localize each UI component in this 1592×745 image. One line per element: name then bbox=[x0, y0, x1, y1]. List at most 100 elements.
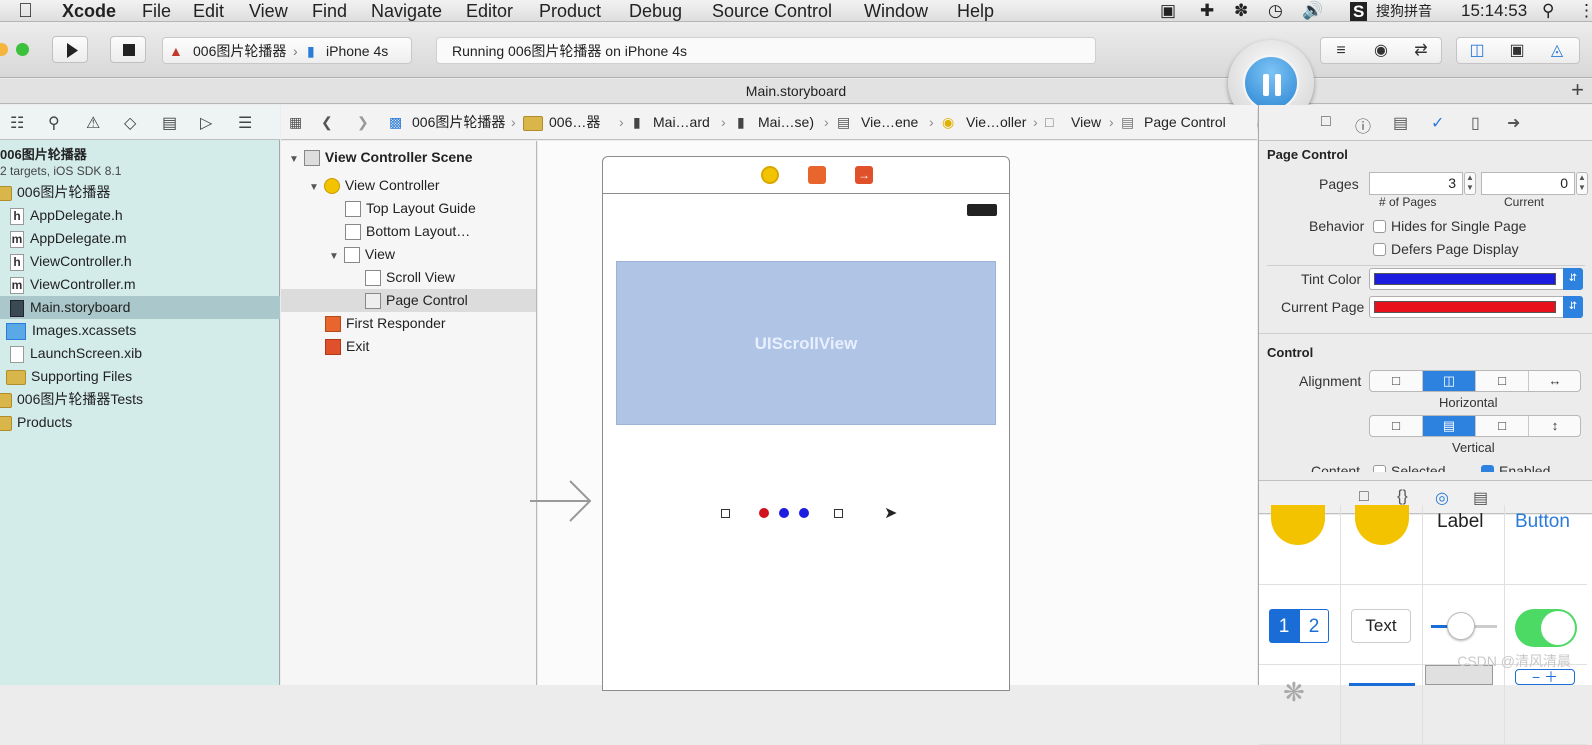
outline-item-scroll-view[interactable]: Scroll View bbox=[365, 266, 455, 289]
jump-segment-view[interactable]: View bbox=[1071, 105, 1101, 140]
menu-product[interactable]: Product bbox=[539, 0, 601, 22]
nav-item-products[interactable]: Products bbox=[0, 411, 72, 434]
pin-icon[interactable]: ✚ bbox=[1200, 0, 1214, 22]
debug-navigator-icon[interactable]: ▤ bbox=[162, 113, 177, 133]
scheme-selector[interactable]: ▲ 006图片轮播器 › ▮ iPhone 4s bbox=[162, 37, 412, 64]
nav-item-appdelegate-h[interactable]: h AppDelegate.h bbox=[10, 204, 123, 227]
nav-item-supporting-files[interactable]: Supporting Files bbox=[6, 365, 132, 388]
stop-button[interactable] bbox=[110, 36, 146, 63]
storyboard-canvas[interactable]: → UIScrollView ➤ bbox=[530, 141, 1257, 691]
menu-help[interactable]: Help bbox=[957, 0, 994, 22]
jump-segment-group[interactable]: 006…器 bbox=[549, 105, 600, 140]
align-middle-icon[interactable]: ▤ bbox=[1423, 416, 1476, 436]
new-tab-plus-icon[interactable]: + bbox=[1571, 79, 1584, 101]
file-template-library-icon[interactable]: □ bbox=[1359, 488, 1369, 506]
library-item-progress-view[interactable] bbox=[1341, 665, 1423, 745]
attributes-inspector-icon[interactable]: ✓ bbox=[1431, 113, 1444, 133]
align-center-icon[interactable]: ◫ bbox=[1423, 371, 1476, 391]
disclosure-triangle-icon[interactable]: ▼ bbox=[329, 251, 339, 262]
jump-segment-page-control[interactable]: Page Control bbox=[1144, 105, 1226, 140]
selection-handle-left[interactable] bbox=[721, 509, 730, 518]
align-right-icon[interactable]: □ bbox=[1476, 371, 1529, 391]
report-navigator-icon[interactable]: ☰ bbox=[238, 113, 252, 133]
camera-icon[interactable]: ▣ bbox=[1160, 0, 1176, 22]
toggle-navigator-icon[interactable]: ◫ bbox=[1457, 38, 1497, 63]
hides-for-single-page-checkbox[interactable] bbox=[1373, 220, 1386, 233]
notification-center-icon[interactable]: ⋮ bbox=[1578, 0, 1592, 22]
menu-file[interactable]: File bbox=[142, 0, 171, 22]
library-item-activity-indicator[interactable]: ❋ bbox=[1259, 665, 1341, 745]
library-item-object[interactable] bbox=[1341, 505, 1423, 585]
toggle-debug-area-icon[interactable]: ▣ bbox=[1497, 38, 1537, 63]
nav-item-viewcontroller-h[interactable]: h ViewController.h bbox=[10, 250, 132, 273]
tint-color-well[interactable]: ⇵ bbox=[1369, 268, 1583, 290]
nav-item-tests-group[interactable]: 006图片轮播器Tests bbox=[0, 388, 143, 411]
connections-inspector-icon[interactable]: ➜ bbox=[1507, 113, 1520, 133]
jump-segment-view-controller[interactable]: Vie…oller bbox=[966, 105, 1026, 140]
find-navigator-icon[interactable]: ⚲ bbox=[48, 113, 60, 133]
menu-editor[interactable]: Editor bbox=[466, 0, 513, 22]
library-item-segmented-control[interactable]: 1 2 bbox=[1259, 585, 1341, 665]
apple-menu-icon[interactable]:  bbox=[18, 0, 33, 23]
library-item-page-control[interactable] bbox=[1423, 665, 1505, 745]
quick-help-icon[interactable]: ⓘ bbox=[1355, 113, 1371, 137]
bluetooth-icon[interactable]: ✽ bbox=[1234, 0, 1248, 22]
align-bottom-icon[interactable]: □ bbox=[1476, 416, 1529, 436]
input-method-label[interactable]: 搜狗拼音 bbox=[1376, 0, 1432, 22]
scheme-device-label[interactable]: iPhone 4s bbox=[326, 38, 388, 64]
outline-item-bottom-layout-guide[interactable]: Bottom Layout… bbox=[345, 220, 470, 243]
nav-item-appdelegate-m[interactable]: m AppDelegate.m bbox=[10, 227, 127, 250]
chevron-updown-icon[interactable]: ⇵ bbox=[1563, 296, 1583, 318]
view-controller-dock-icon[interactable] bbox=[761, 166, 779, 184]
page-control[interactable] bbox=[721, 507, 843, 521]
clock[interactable]: 15:14:53 bbox=[1461, 0, 1527, 22]
breakpoint-navigator-icon[interactable]: ▷ bbox=[200, 113, 212, 133]
run-button[interactable] bbox=[52, 36, 88, 63]
project-navigator-icon[interactable]: ☷ bbox=[10, 113, 24, 133]
file-inspector-icon[interactable]: □ bbox=[1321, 113, 1331, 131]
selected-checkbox[interactable] bbox=[1373, 465, 1386, 472]
size-inspector-icon[interactable]: ▯ bbox=[1471, 113, 1480, 133]
menu-edit[interactable]: Edit bbox=[193, 0, 224, 22]
minimize-window-icon[interactable] bbox=[0, 43, 8, 56]
nav-item-main-storyboard[interactable]: Main.storyboard bbox=[0, 296, 280, 319]
outline-item-page-control[interactable]: Page Control bbox=[281, 289, 536, 312]
outline-item-first-responder[interactable]: First Responder bbox=[325, 312, 446, 335]
test-navigator-icon[interactable]: ◇ bbox=[124, 113, 136, 133]
volume-icon[interactable]: 🔊 bbox=[1302, 0, 1323, 22]
outline-item-view[interactable]: ▼ View bbox=[329, 243, 395, 266]
identity-inspector-icon[interactable]: ▤ bbox=[1393, 113, 1408, 133]
first-responder-dock-icon[interactable] bbox=[808, 166, 826, 184]
related-items-icon[interactable]: ▦ bbox=[289, 105, 302, 140]
align-top-icon[interactable]: □ bbox=[1370, 416, 1423, 436]
menu-app-xcode[interactable]: Xcode bbox=[62, 0, 116, 22]
menu-source-control[interactable]: Source Control bbox=[712, 0, 832, 22]
issue-navigator-icon[interactable]: ⚠ bbox=[86, 113, 100, 133]
menu-debug[interactable]: Debug bbox=[629, 0, 682, 22]
forward-chevron-icon[interactable]: ❯ bbox=[357, 105, 369, 140]
menu-find[interactable]: Find bbox=[312, 0, 347, 22]
scheme-project-label[interactable]: 006图片轮播器 bbox=[193, 38, 286, 64]
enabled-checkbox[interactable] bbox=[1481, 465, 1494, 472]
library-item-label[interactable]: Label bbox=[1423, 505, 1505, 585]
zoom-window-icon[interactable] bbox=[16, 43, 29, 56]
menu-window[interactable]: Window bbox=[864, 0, 928, 22]
menu-navigate[interactable]: Navigate bbox=[371, 0, 442, 22]
library-item-collection-view-controller[interactable] bbox=[1259, 505, 1341, 585]
library-item-button[interactable]: Button bbox=[1505, 505, 1587, 585]
assistant-editor-icon[interactable]: ◉ bbox=[1361, 38, 1401, 63]
pages-field[interactable]: 3 bbox=[1369, 172, 1463, 195]
spotlight-search-icon[interactable]: ⚲ bbox=[1542, 0, 1554, 22]
current-page-field[interactable]: 0 bbox=[1481, 172, 1575, 195]
jump-segment-storyboard[interactable]: Mai…ard bbox=[653, 105, 710, 140]
nav-item-images-xcassets[interactable]: Images.xcassets bbox=[6, 319, 136, 342]
selection-handle-right[interactable] bbox=[834, 509, 843, 518]
outline-item-scene[interactable]: ▼ View Controller Scene bbox=[289, 146, 472, 169]
sogou-icon[interactable]: S bbox=[1350, 2, 1368, 21]
jump-segment-scene[interactable]: Vie…ene bbox=[861, 105, 918, 140]
disclosure-triangle-icon[interactable]: ▼ bbox=[309, 182, 319, 193]
outline-item-exit[interactable]: Exit bbox=[325, 335, 369, 358]
nav-item-viewcontroller-m[interactable]: m ViewController.m bbox=[10, 273, 136, 296]
align-left-icon[interactable]: □ bbox=[1370, 371, 1423, 391]
view-controller-scene[interactable]: → UIScrollView ➤ bbox=[602, 156, 1010, 691]
